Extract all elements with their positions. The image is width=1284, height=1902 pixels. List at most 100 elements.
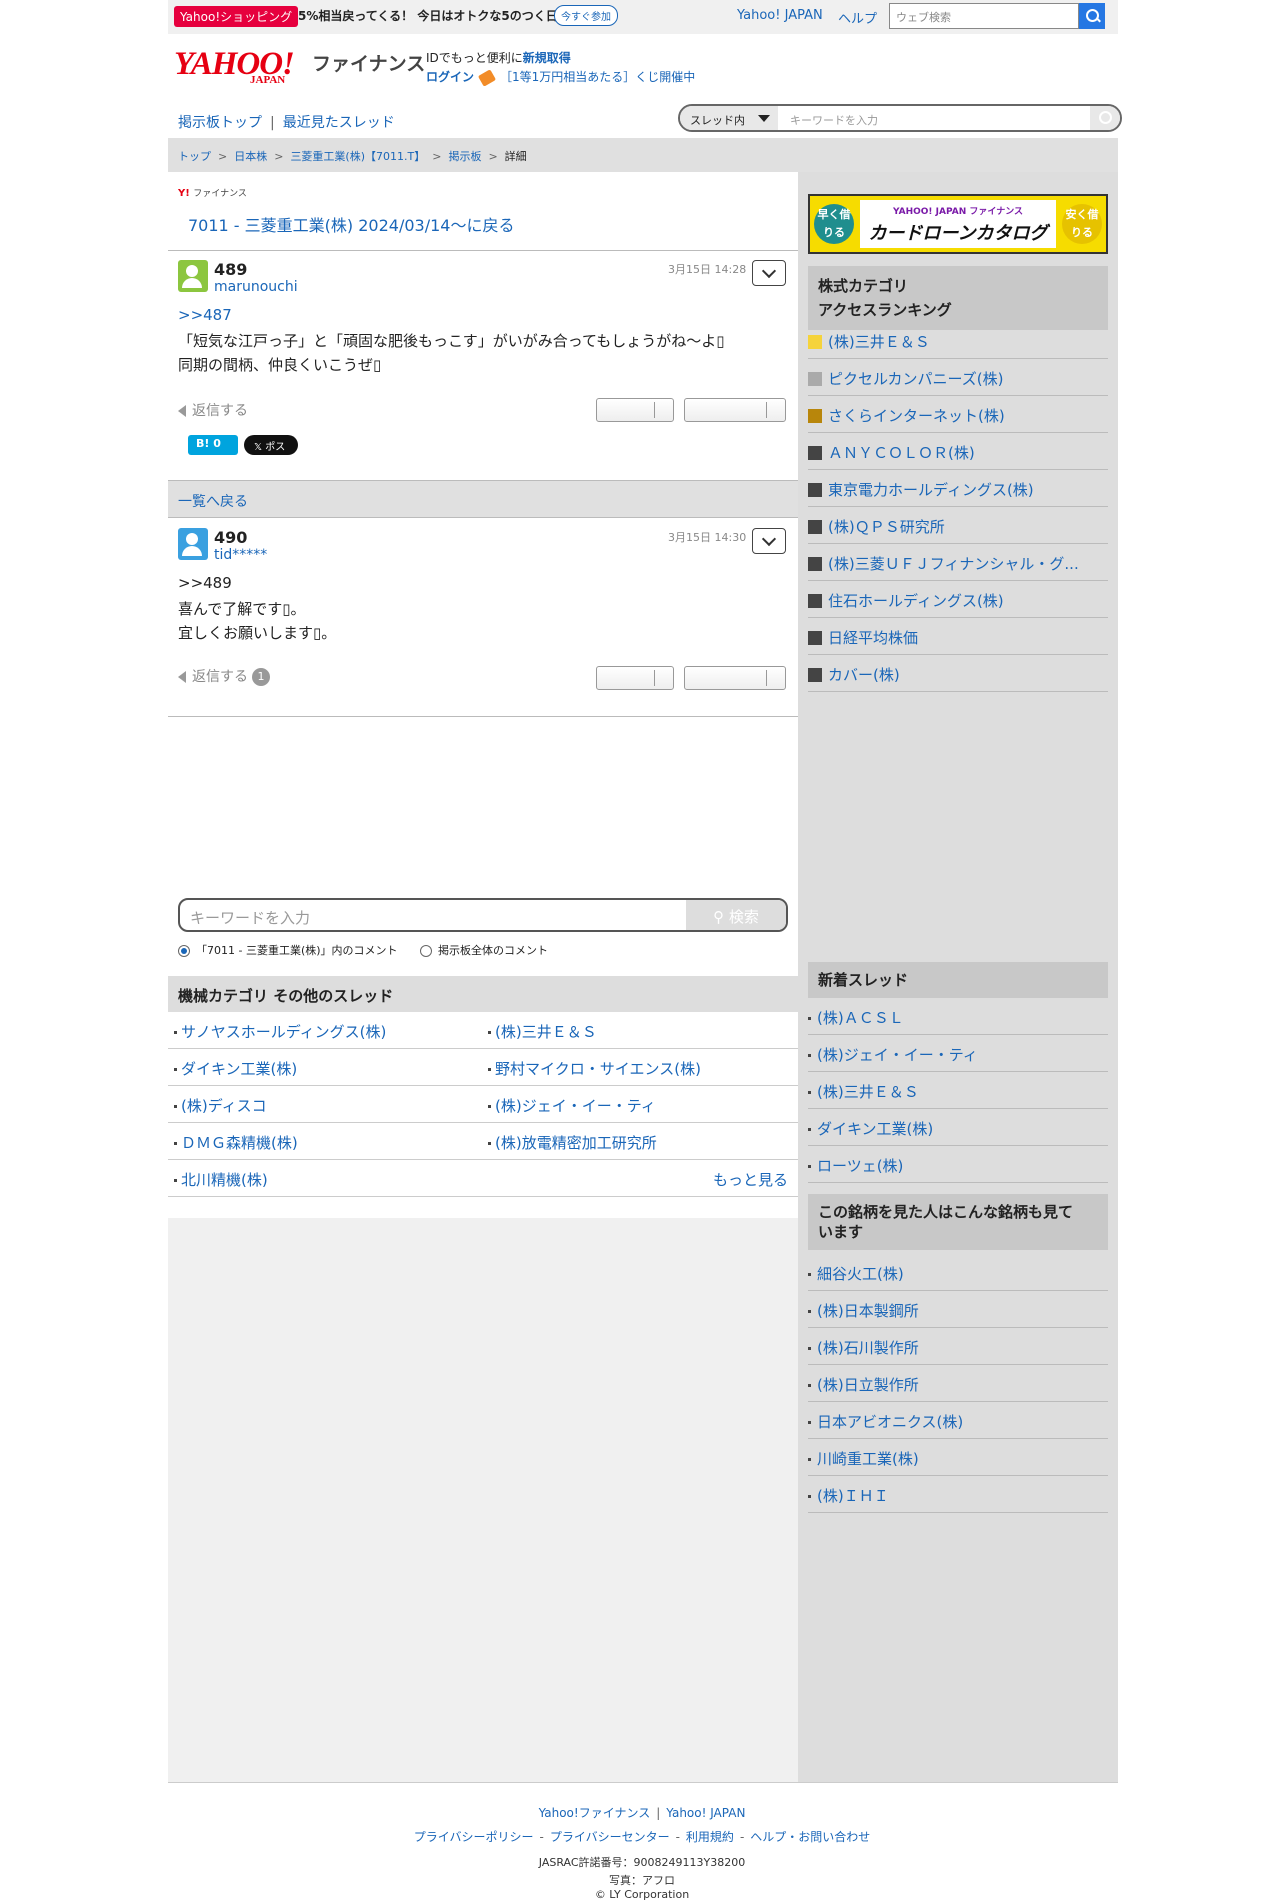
banner-title: カードローンカタログ <box>868 223 1048 244</box>
keyword-search-input[interactable]: キーワードを入力 <box>190 907 310 928</box>
breadcrumb-sep: > <box>488 150 498 163</box>
sidebar-stock-link[interactable]: (株)ＡＣＳＬ <box>808 998 1108 1035</box>
breadcrumb-stock[interactable]: 三菱重工業(株)【7011.T】 <box>290 150 425 163</box>
keyword-search-button[interactable]: ⚲ 検索 <box>686 900 786 930</box>
reply-button[interactable]: 返信する <box>178 400 248 420</box>
sidebar-stock-link[interactable]: (株)日立製作所 <box>808 1365 1108 1402</box>
back-to-thread-link[interactable]: 7011 - 三菱重工業(株) 2024/03/14〜に戻る <box>188 212 514 236</box>
like-button[interactable] <box>596 666 674 690</box>
post-user[interactable]: tid***** <box>214 547 267 563</box>
divider <box>168 250 798 251</box>
main-column: Y! ファイナンス 7011 - 三菱重工業(株) 2024/03/14〜に戻る… <box>168 172 798 1782</box>
shopping-badge[interactable]: Yahoo!ショッピング <box>174 6 299 27</box>
hatena-bookmark-button[interactable]: B! 0 <box>188 435 238 455</box>
x-post-button[interactable]: 𝕏 ポスト <box>244 435 298 468</box>
more-threads-link[interactable]: もっと見る <box>713 1169 788 1190</box>
thread-search-input[interactable]: キーワードを入力 <box>790 112 878 128</box>
sidebar-stock-label: (株)三井Ｅ＆Ｓ <box>817 1083 919 1101</box>
sidebar-stock-link[interactable]: (株)ジェイ・イー・ティ <box>808 1035 1108 1072</box>
reply-button[interactable]: 返信する 1 <box>178 666 270 686</box>
breadcrumb-board[interactable]: 掲示板 <box>448 150 481 163</box>
thread-link[interactable]: (株)放電精密加工研究所 <box>488 1132 657 1153</box>
post-menu-button[interactable] <box>752 528 786 554</box>
sidebar-stock-link[interactable]: (株)石川製作所 <box>808 1328 1108 1365</box>
sidebar-stock-link[interactable]: (株)日本製鋼所 <box>808 1291 1108 1328</box>
like-button[interactable] <box>596 398 674 422</box>
sidebar-stock-link[interactable]: (株)三井Ｅ＆Ｓ <box>808 1072 1108 1109</box>
finance-logo-text[interactable]: ファイナンス <box>312 49 425 76</box>
thread-link[interactable]: ＤＭＧ森精機(株) <box>174 1132 298 1153</box>
sidebar-stock-link[interactable]: ピクセルカンパニーズ(株) <box>808 359 1108 396</box>
thread-link[interactable]: 北川精機(株) <box>174 1169 268 1190</box>
search-scope-select[interactable]: スレッド内 <box>680 106 778 130</box>
sidebar-stock-link[interactable]: (株)ＩＨＩ <box>808 1476 1108 1513</box>
post-menu-button[interactable] <box>752 260 786 286</box>
sidebar-stock-link[interactable]: カバー(株) <box>808 655 1108 692</box>
web-search-input[interactable]: ウェブ検索 <box>889 3 1079 29</box>
sidebar-stock-label: ピクセルカンパニーズ(株) <box>828 370 1004 388</box>
breadcrumb-japan-stocks[interactable]: 日本株 <box>234 150 267 163</box>
web-search-button[interactable] <box>1079 3 1105 29</box>
thread-row: ＤＭＧ森精機(株) (株)放電精密加工研究所 <box>168 1123 798 1160</box>
privacy-center-link[interactable]: プライバシーセンター <box>550 1830 670 1844</box>
sidebar-stock-link[interactable]: 住石ホールディングス(株) <box>808 581 1108 618</box>
post-user[interactable]: marunouchi <box>214 279 298 295</box>
new-threads-heading: 新着スレッド <box>808 962 1108 998</box>
privacy-policy-link[interactable]: プライバシーポリシー <box>414 1830 534 1844</box>
footer-yj-link[interactable]: Yahoo! JAPAN <box>666 1806 745 1820</box>
back-to-list-link[interactable]: 一覧へ戻る <box>178 494 248 510</box>
sidebar-stock-label: 日本アビオニクス(株) <box>817 1413 964 1431</box>
radio-thread-comments[interactable]: 「7011 - 三菱重工業(株)」内のコメント <box>178 942 398 958</box>
sidebar-stock-link[interactable]: (株)ＱＰＳ研究所 <box>808 507 1108 544</box>
rank-marker <box>808 372 822 386</box>
sidebar-stock-link[interactable]: 日経平均株価 <box>808 618 1108 655</box>
footer-finance-link[interactable]: Yahoo!ファイナンス <box>539 1806 651 1820</box>
help-link[interactable]: ヘルプ <box>838 8 877 27</box>
sidebar-stock-label: さくらインターネット(株) <box>828 407 1005 425</box>
reply-anchor-link[interactable]: >>487 <box>178 306 232 324</box>
join-button[interactable]: 今すぐ参加 <box>554 5 618 26</box>
sidebar-stock-link[interactable]: (株)三井Ｅ＆Ｓ <box>808 322 1108 359</box>
thread-link[interactable]: (株)三井Ｅ＆Ｓ <box>488 1021 597 1042</box>
reply-icon <box>178 405 186 417</box>
post-number[interactable]: 489 <box>214 260 247 279</box>
terms-link[interactable]: 利用規約 <box>686 1830 734 1844</box>
logo-japan: JAPAN <box>250 74 286 86</box>
sidebar-stock-link[interactable]: 細谷火工(株) <box>808 1254 1108 1291</box>
login-link[interactable]: ログイン <box>426 70 474 84</box>
thread-link[interactable]: ダイキン工業(株) <box>174 1058 297 1079</box>
sidebar-stock-link[interactable]: 東京電力ホールディングス(株) <box>808 470 1108 507</box>
sidebar-stock-link[interactable]: ダイキン工業(株) <box>808 1109 1108 1146</box>
radio-all-comments[interactable]: 掲示板全体のコメント <box>420 942 548 958</box>
card-loan-banner[interactable]: 早く借りる YAHOO! JAPAN ファイナンス カードローンカタログ 安く借… <box>808 194 1108 254</box>
thread-link[interactable]: (株)ディスコ <box>174 1095 267 1116</box>
user-avatar[interactable] <box>178 260 208 292</box>
reply-icon <box>178 671 186 683</box>
dislike-button[interactable] <box>684 398 786 422</box>
sidebar-stock-link[interactable]: 川崎重工業(株) <box>808 1439 1108 1476</box>
thread-link[interactable]: (株)ジェイ・イー・ティ <box>488 1095 656 1116</box>
sidebar-stock-link[interactable]: ＡＮＹＣＯＬＯＲ(株) <box>808 433 1108 470</box>
thread-link[interactable]: 野村マイクロ・サイエンス(株) <box>488 1058 701 1079</box>
sidebar-stock-link[interactable]: さくらインターネット(株) <box>808 396 1108 433</box>
dislike-button[interactable] <box>684 666 786 690</box>
yahoo-japan-link[interactable]: Yahoo! JAPAN <box>737 8 823 23</box>
radio-dot[interactable] <box>178 945 190 957</box>
breadcrumb-top[interactable]: トップ <box>178 150 211 163</box>
reply-count-badge[interactable]: 1 <box>252 668 270 686</box>
thread-link[interactable]: サノヤスホールディングス(株) <box>174 1021 386 1042</box>
help-contact-link[interactable]: ヘルプ・お問い合わせ <box>750 1830 870 1844</box>
promo-message[interactable]: 5%相当戻ってくる！ 今日はオトクな5のつく日 <box>298 7 558 24</box>
thread-search-button[interactable] <box>1090 106 1120 130</box>
lottery-link[interactable]: ［1等1万円相当あたる］くじ開催中 <box>500 70 695 84</box>
board-top-link[interactable]: 掲示板トップ <box>178 115 262 131</box>
user-avatar[interactable] <box>178 528 208 560</box>
radio-dot[interactable] <box>420 945 432 957</box>
banner-center: YAHOO! JAPAN ファイナンス カードローンカタログ <box>860 200 1056 248</box>
sidebar-stock-link[interactable]: (株)三菱ＵＦＪフィナンシャル・グ... <box>808 544 1108 581</box>
sidebar-stock-link[interactable]: ローツェ(株) <box>808 1146 1108 1183</box>
signup-link[interactable]: 新規取得 <box>523 51 571 65</box>
recent-threads-link[interactable]: 最近見たスレッド <box>283 115 395 131</box>
post-number[interactable]: 490 <box>214 528 247 547</box>
sidebar-stock-link[interactable]: 日本アビオニクス(株) <box>808 1402 1108 1439</box>
